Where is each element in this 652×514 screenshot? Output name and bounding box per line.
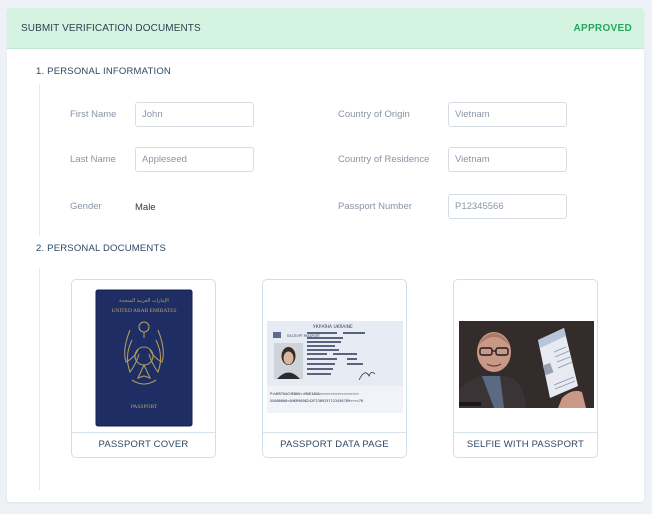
mrz-line-1: P<UKRTKACHENKO<<MARIANA<<<<<<<<<<<<<<<<<…	[270, 392, 360, 396]
country-of-origin-label: Country of Origin	[338, 109, 410, 120]
first-name-field[interactable]: John	[135, 102, 254, 127]
section-title-personal-documents: 2. PERSONAL DOCUMENTS	[36, 243, 167, 254]
section-divider-line	[39, 84, 40, 236]
section-title-personal-info: 1. PERSONAL INFORMATION	[36, 66, 171, 77]
passport-number-label: Passport Number	[338, 201, 412, 212]
passport-data-page-image: УКРАЇНА UKRAINE ПАСПОРТ PASSPORT P<UKRTK…	[263, 280, 406, 433]
page-title: SUBMIT VERIFICATION DOCUMENTS	[21, 23, 201, 34]
section-divider-line	[39, 268, 40, 490]
status-badge: APPROVED	[573, 23, 632, 34]
document-card-passport-data-page[interactable]: УКРАЇНА UKRAINE ПАСПОРТ PASSPORT P<UKRTK…	[262, 279, 407, 458]
country-of-residence-field[interactable]: Vietnam	[448, 147, 567, 172]
country-of-residence-label: Country of Residence	[338, 154, 430, 165]
document-caption-selfie-with-passport: SELFIE WITH PASSPORT	[466, 439, 585, 450]
passport-number-field[interactable]: P12345566	[448, 194, 567, 219]
gender-value: Male	[135, 202, 156, 213]
last-name-label: Last Name	[70, 154, 116, 165]
document-caption-passport-cover: PASSPORT COVER	[98, 439, 189, 450]
passport-cover-image: الإمارات العربية المتحدة UNITED ARAB EMI…	[72, 280, 215, 433]
cover-arabic-text: الإمارات العربية المتحدة	[119, 298, 169, 304]
trident-icon	[273, 332, 281, 338]
cover-passport-word: PASSPORT	[131, 404, 158, 410]
mrz-line-2: XX000000<0UKR9608242F2309257123456789<<<…	[270, 399, 363, 403]
country-of-origin-field[interactable]: Vietnam	[448, 102, 567, 127]
document-card-passport-cover[interactable]: الإمارات العربية المتحدة UNITED ARAB EMI…	[71, 279, 216, 458]
verification-card: SUBMIT VERIFICATION DOCUMENTS APPROVED 1…	[7, 8, 644, 502]
selfie-with-passport-image	[454, 280, 597, 433]
card-header: SUBMIT VERIFICATION DOCUMENTS APPROVED	[7, 8, 644, 49]
last-name-field[interactable]: Appleseed	[135, 147, 254, 172]
gender-label: Gender	[70, 201, 102, 212]
document-caption-passport-data-page: PASSPORT DATA PAGE	[280, 439, 389, 450]
cover-country-text: UNITED ARAB EMIRATES	[111, 308, 176, 314]
data-page-country: УКРАЇНА UKRAINE	[313, 323, 353, 330]
first-name-label: First Name	[70, 109, 117, 120]
document-card-selfie-with-passport[interactable]: SELFIE WITH PASSPORT	[453, 279, 598, 458]
